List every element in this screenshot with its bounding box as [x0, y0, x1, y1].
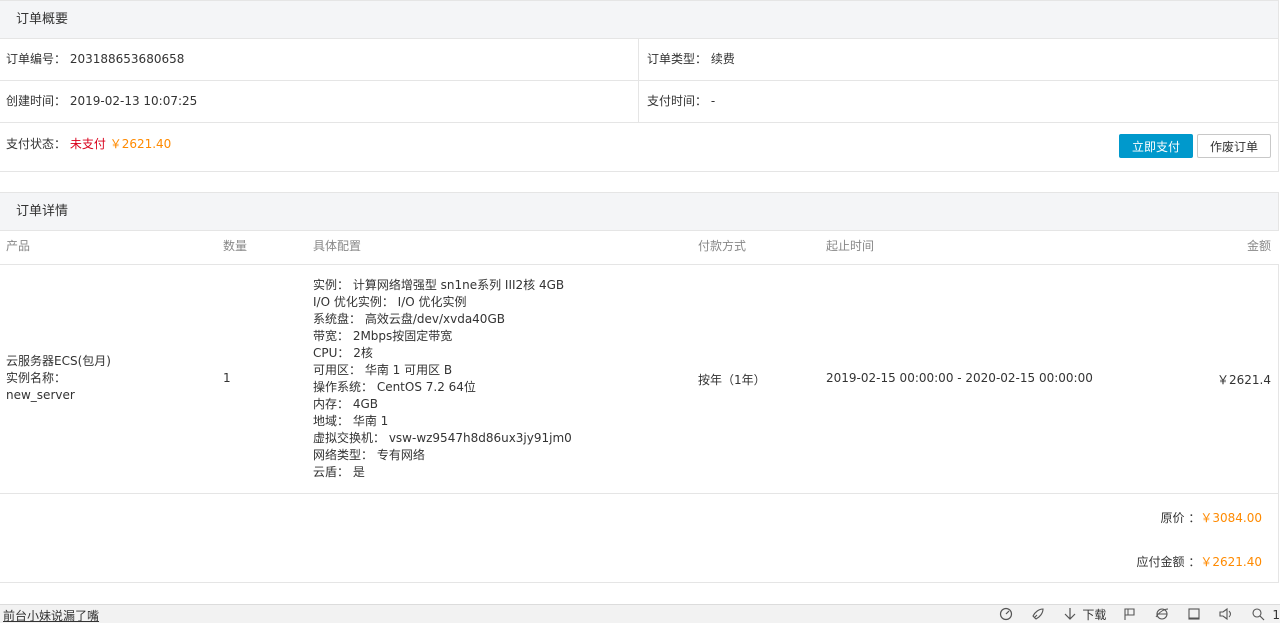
- order-row-2: 创建时间： 2019-02-13 10:07:25 支付时间： -: [0, 81, 1279, 123]
- col-amount: 金额: [1246, 239, 1271, 253]
- zoom-level: 1: [1272, 608, 1280, 622]
- download-icon[interactable]: [1062, 607, 1078, 623]
- instance-name-value: new_server: [6, 388, 75, 402]
- cancel-order-button[interactable]: 作废订单: [1197, 134, 1271, 158]
- rocket-icon[interactable]: [1030, 607, 1046, 623]
- original-price-label: 原价 ：: [1160, 511, 1201, 525]
- config-network: 网络类型： 专有网络: [313, 448, 425, 462]
- status-cell: 支付状态： 未支付 ￥2621.40: [0, 123, 171, 167]
- config-instance: 实例： 计算网络增强型 sn1ne系列 III2核 4GB: [313, 278, 565, 292]
- ie-icon[interactable]: [1154, 607, 1170, 623]
- order-summary-title: 订单概要: [0, 1, 1278, 39]
- status-icons: 下载 1: [982, 607, 1280, 623]
- config-io: I/O 优化实例： I/O 优化实例: [313, 295, 467, 309]
- status-label: 支付状态：: [6, 137, 67, 151]
- download-label[interactable]: 下载: [1082, 607, 1106, 623]
- config-bandwidth: 带宽： 2Mbps按固定带宽: [313, 329, 453, 343]
- config-shield: 云盾： 是: [313, 465, 365, 479]
- flag-icon[interactable]: [1122, 607, 1138, 623]
- due-amount-label: 应付金额 ：: [1136, 555, 1201, 569]
- order-detail-title: 订单详情: [0, 193, 1278, 231]
- order-type-cell: 订单类型： 续费: [641, 39, 1279, 80]
- table-row: 云服务器ECS(包月) 实例名称： new_server 1 实例： 计算网络增…: [0, 265, 1279, 494]
- created-label: 创建时间：: [6, 94, 67, 108]
- amount-cell: ￥2621.4: [1217, 373, 1271, 387]
- paid-value: -: [710, 94, 716, 108]
- config-zone: 可用区： 华南 1 可用区 B: [313, 363, 453, 377]
- qty-cell: 1: [223, 371, 231, 385]
- window-icon[interactable]: [1186, 607, 1202, 623]
- pay-now-button[interactable]: 立即支付: [1119, 134, 1193, 158]
- order-no-cell: 订单编号： 203188653680658: [0, 39, 638, 80]
- original-price-line: 原价 ：￥3084.00: [1161, 509, 1262, 526]
- col-payment: 付款方式: [698, 239, 747, 253]
- instance-name-label: 实例名称：: [6, 371, 67, 385]
- order-detail-panel: 订单详情 产品 数量 具体配置 付款方式 起止时间 金额 云服务器ECS(包月)…: [0, 192, 1279, 583]
- zoom-icon[interactable]: [1250, 607, 1266, 623]
- config-vswitch: 虚拟交换机： vsw-wz9547h8d86ux3jy91jm0: [313, 431, 572, 445]
- due-amount-value: ￥2621.40: [1200, 555, 1262, 569]
- summary-divider: [638, 39, 639, 123]
- order-no-label: 订单编号：: [6, 52, 67, 66]
- created-value: 2019-02-13 10:07:25: [69, 94, 198, 108]
- due-amount-line: 应付金额 ：￥2621.40: [1137, 553, 1262, 570]
- col-config: 具体配置: [313, 239, 362, 253]
- order-type-value: 续费: [710, 52, 735, 66]
- col-product: 产品: [6, 239, 31, 253]
- config-cpu: CPU： 2核: [313, 346, 373, 360]
- status-news-link[interactable]: 前台小妹说漏了嘴: [3, 608, 99, 624]
- config-disk: 系统盘： 高效云盘/dev/xvda40GB: [313, 312, 505, 326]
- paid-cell: 支付时间： -: [641, 81, 1279, 122]
- config-cell: 实例： 计算网络增强型 sn1ne系列 III2核 4GB I/O 优化实例： …: [313, 277, 572, 481]
- paid-label: 支付时间：: [647, 94, 708, 108]
- order-row-1: 订单编号： 203188653680658 订单类型： 续费: [0, 39, 1279, 81]
- product-cell: 云服务器ECS(包月) 实例名称： new_server: [6, 353, 111, 404]
- created-cell: 创建时间： 2019-02-13 10:07:25: [0, 81, 638, 122]
- status-badge: 未支付: [69, 137, 106, 151]
- order-summary-panel: 订单概要 订单编号： 203188653680658 订单类型： 续费 创建时间…: [0, 0, 1279, 172]
- product-name: 云服务器ECS(包月): [6, 354, 111, 368]
- col-period: 起止时间: [826, 239, 875, 253]
- volume-icon[interactable]: [1218, 607, 1234, 623]
- config-os: 操作系统： CentOS 7.2 64位: [313, 380, 476, 394]
- config-memory: 内存： 4GB: [313, 397, 378, 411]
- period-cell: 2019-02-15 00:00:00 - 2020-02-15 00:00:0…: [826, 371, 1093, 385]
- order-no-value: 203188653680658: [69, 52, 185, 66]
- browser-status-bar: 前台小妹说漏了嘴 下载 1: [0, 604, 1280, 623]
- order-type-label: 订单类型：: [647, 52, 708, 66]
- config-region: 地域： 华南 1: [313, 414, 389, 428]
- detail-table-header: 产品 数量 具体配置 付款方式 起止时间 金额: [0, 231, 1279, 265]
- original-price-value: ￥3084.00: [1200, 511, 1262, 525]
- speed-icon[interactable]: [998, 607, 1014, 623]
- payment-cell: 按年（1年）: [698, 373, 766, 387]
- status-amount: ￥2621.40: [109, 137, 172, 151]
- col-qty: 数量: [223, 239, 248, 253]
